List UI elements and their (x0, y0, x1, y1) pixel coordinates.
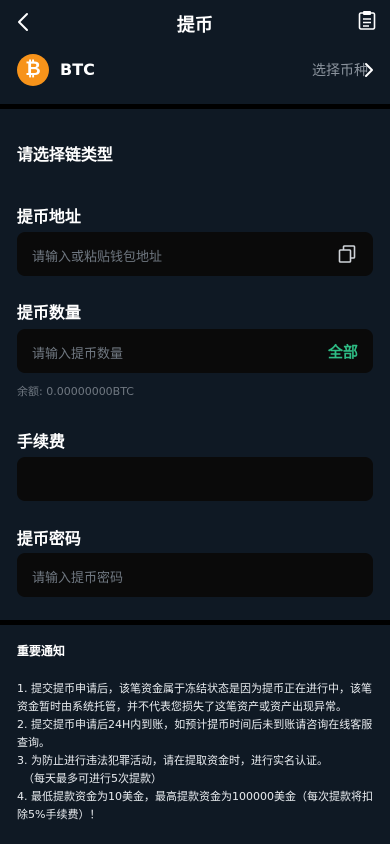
btc-logo-glyph: ₿ (25, 59, 41, 80)
coin-symbol: BTC (60, 60, 95, 79)
notice-line: 1. 提交提币申请后，该笔资金属于冻结状态是因为提币正在进行中，该笔资金暂时由系… (17, 682, 372, 713)
all-amount-button[interactable]: 全部 (328, 341, 358, 362)
password-placeholder: 请输入提币密码 (32, 571, 124, 586)
header: 提币 (0, 0, 390, 44)
address-input[interactable]: 请输入或粘贴钱包地址 (17, 232, 373, 276)
notice-line: 2. 提交提币申请后24H内到账，如预计提币时间后未到账请咨询在线客服查询。 (17, 718, 373, 749)
password-input[interactable]: 请输入提币密码 (17, 553, 373, 597)
notice-line: （每天最多可进行5次提款） (23, 772, 162, 785)
chevron-right-icon[interactable] (362, 62, 376, 78)
notice-line: 3. 为防止进行违法犯罪活动，请在提取资金时，进行实名认证。 (17, 754, 328, 767)
fee-heading: 手续费 (17, 432, 66, 451)
page-title: 提币 (177, 15, 213, 36)
amount-placeholder: 请输入提币数量 (32, 347, 124, 362)
chain-type-heading[interactable]: 请选择链类型 (17, 141, 113, 165)
amount-heading: 提币数量 (17, 303, 82, 322)
copy-icon[interactable] (337, 244, 357, 264)
notice-line: 4. 最低提款资金为10美金，最高提款资金为100000美金（每次提款将扣除5%… (17, 790, 373, 821)
address-heading: 提币地址 (17, 207, 82, 226)
notice-title: 重要通知 (17, 644, 66, 658)
section-divider (0, 620, 390, 625)
password-heading: 提币密码 (17, 529, 82, 548)
fee-field (17, 457, 373, 501)
clipboard-icon[interactable] (358, 10, 376, 30)
address-placeholder: 请输入或粘贴钱包地址 (32, 250, 163, 265)
section-divider (0, 104, 390, 109)
select-coin-link[interactable]: 选择币种 (312, 60, 368, 80)
amount-input[interactable]: 请输入提币数量 全部 (17, 329, 373, 373)
btc-logo: ₿ (17, 54, 49, 86)
coin-selector-row[interactable]: ₿ BTC 选择币种 (0, 50, 390, 90)
balance-text: 余额: 0.00000000BTC (17, 385, 134, 398)
notice-body: 1. 提交提币申请后，该笔资金属于冻结状态是因为提币正在进行中，该笔资金暂时由系… (17, 680, 377, 824)
